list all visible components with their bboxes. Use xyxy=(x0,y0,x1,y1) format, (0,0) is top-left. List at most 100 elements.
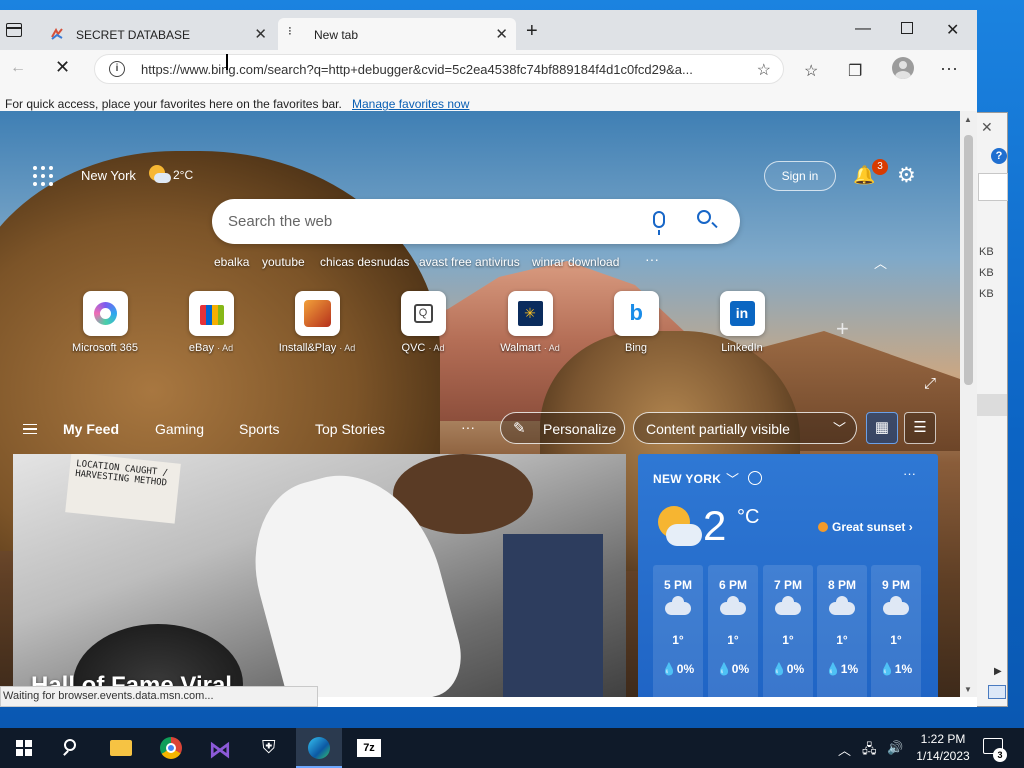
forecast-temp: 1° xyxy=(890,633,902,647)
trending-search[interactable]: avast free antivirus xyxy=(419,255,520,269)
quick-link-walmart[interactable]: ✳ Walmart · Ad xyxy=(475,291,585,354)
search-input[interactable]: Search the web xyxy=(212,199,740,244)
more-options-icon[interactable]: ··· xyxy=(940,58,958,79)
hero-news-card[interactable]: LOCATION CAUGHT / HARVESTING METHOD Hall… xyxy=(13,454,626,697)
cloud-icon xyxy=(775,596,801,615)
more-trending-icon[interactable]: ··· xyxy=(645,251,659,267)
quick-link-microsoft-365[interactable]: Microsoft 365 xyxy=(50,291,160,354)
stop-loading-icon[interactable]: ✕ xyxy=(55,57,70,78)
feed-tab-sports[interactable]: Sports xyxy=(239,421,279,437)
app-launcher-icon[interactable] xyxy=(33,166,53,186)
location-label[interactable]: New York xyxy=(81,168,136,183)
volume-icon[interactable]: 🔊 xyxy=(887,740,903,756)
feed-tab-my-feed[interactable]: My Feed xyxy=(63,421,119,437)
hourly-forecast[interactable]: 7 PM 1° 💧0% xyxy=(763,565,813,697)
chrome-center xyxy=(166,743,176,753)
more-feeds-icon[interactable]: ··· xyxy=(461,419,475,435)
address-bar[interactable]: i https://www.bing.com/search?q=http+deb… xyxy=(94,54,784,84)
add-quick-link-icon[interactable]: + xyxy=(836,316,849,342)
add-favorite-icon[interactable]: ☆ xyxy=(757,60,771,80)
walmart-icon: ✳ xyxy=(507,291,553,336)
scroll-down-icon[interactable]: ▼ xyxy=(964,685,972,694)
system-clock[interactable]: 1:22 PM 1/14/2023 xyxy=(912,731,974,765)
tab-actions-icon[interactable] xyxy=(6,23,22,37)
forecast-temp: 1° xyxy=(727,633,739,647)
ad-label: · Ad xyxy=(217,343,234,353)
quick-link-ebay[interactable]: eBay · Ad xyxy=(156,291,266,354)
location-globe-icon[interactable] xyxy=(748,471,762,485)
background-window-field[interactable] xyxy=(978,173,1008,201)
temperature-unit[interactable]: °C xyxy=(737,506,759,529)
profile-avatar[interactable] xyxy=(892,57,914,79)
collections-icon[interactable]: ❐ xyxy=(848,61,862,81)
weather-city[interactable]: NEW YORK xyxy=(653,472,721,486)
back-icon[interactable]: ← xyxy=(10,59,26,77)
quick-link-bing[interactable]: b Bing xyxy=(581,291,691,354)
selected-row[interactable] xyxy=(977,394,1007,416)
maximize-icon[interactable] xyxy=(901,22,913,34)
content-visibility-dropdown[interactable]: Content partially visible ﹀ xyxy=(633,412,857,444)
trending-search[interactable]: chicas desnudas xyxy=(320,255,409,269)
search-taskbar-button[interactable] xyxy=(48,728,94,768)
hourly-forecast[interactable]: 8 PM 1° 💧1% xyxy=(817,565,867,697)
7zip-button[interactable]: 7z xyxy=(346,728,392,768)
tab-new-tab[interactable]: ⁝ New tab ✕ xyxy=(278,18,516,50)
site-info-icon[interactable]: i xyxy=(109,61,125,77)
menu-icon[interactable] xyxy=(23,424,37,434)
hourly-forecast[interactable]: 6 PM 1° 💧0% xyxy=(708,565,758,697)
trending-search[interactable]: ebalka xyxy=(214,255,249,269)
chevron-down-icon: ﹀ xyxy=(832,421,846,436)
hourly-forecast[interactable]: 9 PM 1° 💧1% xyxy=(871,565,921,697)
hourly-forecast[interactable]: 5 PM 1° 💧0% xyxy=(653,565,703,697)
feed-tab-gaming[interactable]: Gaming xyxy=(155,421,204,437)
collapse-chevron-icon[interactable]: ︿ xyxy=(874,253,887,272)
close-tab-icon[interactable]: ✕ xyxy=(254,25,267,43)
favorites-icon[interactable]: ☆ xyxy=(804,61,818,81)
window-icon[interactable] xyxy=(988,685,1006,699)
scrollbar-thumb[interactable] xyxy=(964,135,973,385)
feed-tab-top-stories[interactable]: Top Stories xyxy=(315,421,385,437)
quick-link-qvc[interactable]: Q QVC · Ad xyxy=(368,291,478,354)
shield-icon: ⛨ xyxy=(262,737,276,757)
security-button[interactable]: ⛨ xyxy=(248,728,294,768)
help-icon[interactable]: ? xyxy=(991,148,1007,164)
show-hidden-icons-chevron[interactable]: ︿ xyxy=(838,740,851,759)
tab-title: SECRET DATABASE xyxy=(76,28,191,42)
close-tab-icon[interactable]: ✕ xyxy=(495,25,508,43)
edge-icon xyxy=(308,737,330,759)
scroll-right-icon[interactable]: ▶ xyxy=(994,666,1002,677)
visual-studio-button[interactable]: ⋈ xyxy=(198,728,244,768)
expand-background-icon[interactable]: ⤢ xyxy=(924,375,936,392)
file-explorer-button[interactable] xyxy=(98,728,144,768)
temperature-label[interactable]: 2°C xyxy=(173,168,193,182)
quick-link-install-play[interactable]: Install&Play · Ad xyxy=(262,291,372,354)
weather-card[interactable]: NEW YORK ﹀ ··· 2 °C Great sunset › 5 PM … xyxy=(638,454,938,697)
more-options-icon[interactable]: ··· xyxy=(903,466,916,481)
personalize-button[interactable]: ✎ Personalize xyxy=(500,412,625,444)
edge-button[interactable] xyxy=(296,728,342,768)
grid-view-icon[interactable]: ▦ xyxy=(866,412,898,444)
scroll-up-icon[interactable]: ▲ xyxy=(964,115,972,124)
quick-link-linkedin[interactable]: in LinkedIn xyxy=(687,291,797,354)
search-icon[interactable] xyxy=(697,210,711,224)
minimize-icon[interactable]: — xyxy=(855,20,871,38)
network-icon[interactable]: 🖧 xyxy=(862,740,877,762)
url-text[interactable]: https://www.bing.com/search?q=http+debug… xyxy=(141,62,746,77)
sign-in-button[interactable]: Sign in xyxy=(764,161,836,191)
list-view-icon[interactable]: ☰ xyxy=(904,412,936,444)
new-tab-icon[interactable]: + xyxy=(526,21,538,41)
microphone-icon[interactable] xyxy=(653,211,665,235)
trending-search[interactable]: winrar download xyxy=(532,255,619,269)
close-window-icon[interactable]: ✕ xyxy=(946,20,959,40)
chevron-down-icon[interactable]: ﹀ xyxy=(726,469,739,488)
tab-secret-database[interactable]: SECRET DATABASE ✕ xyxy=(40,18,275,50)
start-button[interactable] xyxy=(0,728,46,768)
ebay-icon xyxy=(188,291,234,336)
sunset-link[interactable]: Great sunset › xyxy=(818,520,913,534)
chrome-button[interactable] xyxy=(148,728,194,768)
vertical-scrollbar[interactable]: ▲ ▼ xyxy=(960,111,977,697)
trending-search[interactable]: youtube xyxy=(262,255,305,269)
close-icon[interactable]: ✕ xyxy=(981,119,993,136)
settings-gear-icon[interactable]: ⚙ xyxy=(897,163,916,188)
manage-favorites-link[interactable]: Manage favorites now xyxy=(352,97,469,111)
